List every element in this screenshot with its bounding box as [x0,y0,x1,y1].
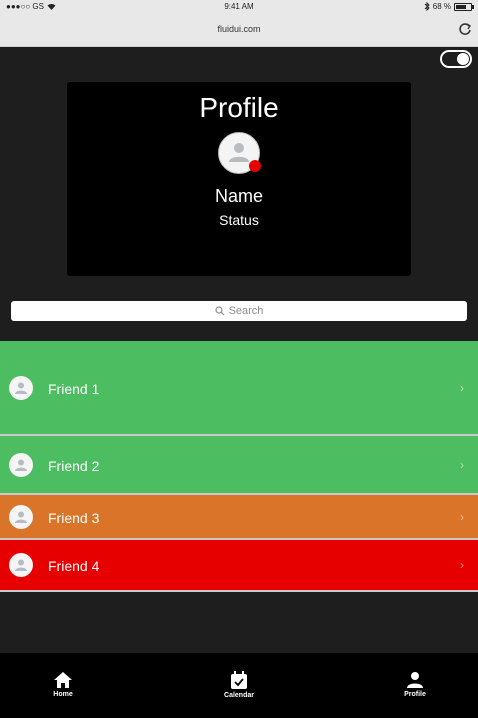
tab-home[interactable]: Home [33,671,93,698]
friend-name: Friend 4 [48,558,100,574]
tab-calendar[interactable]: Calendar [209,671,269,699]
url-text[interactable]: fluidui.com [0,24,478,34]
tab-calendar-label: Calendar [224,692,254,699]
status-right: 68 % [424,2,474,11]
clock: 9:41 AM [224,2,254,11]
list-item-friend-2[interactable]: Friend 2 › [0,436,478,495]
search-placeholder: Search [228,305,264,317]
profile-title: Profile [199,92,279,123]
battery-percent: 68 % [432,2,451,11]
person-icon [407,672,423,688]
list-item-friend-4[interactable]: Friend 4 › [0,540,478,592]
theme-toggle[interactable] [440,50,472,68]
reload-icon[interactable] [458,22,472,36]
battery-icon [454,2,474,11]
profile-card: Profile Name Status [67,82,411,276]
status-bar: ●●●○○ GS 9:41 AM 68 % [0,0,478,14]
person-icon [229,143,249,162]
friend-name: Friend 2 [48,458,100,474]
search-input[interactable]: Search [11,301,467,321]
person-icon [15,459,27,471]
toggle-knob [457,53,469,65]
chevron-right-icon: › [460,458,464,472]
list-item-friend-1[interactable]: Friend 1 › [0,341,478,436]
profile-name: Name [214,186,263,206]
chevron-right-icon: › [460,558,464,572]
person-icon [15,382,27,394]
chevron-right-icon: › [460,381,464,395]
person-icon [15,559,27,571]
tab-profile[interactable]: Profile [385,671,445,698]
search-icon [214,306,224,316]
calendar-icon [231,671,247,689]
friend-name: Friend 1 [48,381,100,397]
avatar [9,505,33,529]
browser-address-bar[interactable]: fluidui.com [0,14,478,47]
status-indicator [249,160,261,172]
person-icon [15,511,27,523]
battery-fill [456,4,466,9]
avatar [9,453,33,477]
home-icon [54,672,72,688]
chevron-right-icon: › [460,510,464,524]
friend-name: Friend 3 [48,510,100,526]
tab-profile-label: Profile [404,691,426,698]
tab-home-label: Home [53,691,73,698]
avatar [9,553,33,577]
list-item-friend-3[interactable]: Friend 3 › [0,495,478,540]
avatar [9,376,33,400]
profile-status: Status [219,212,259,228]
tab-bar: Home Calendar Profile [0,653,478,718]
bluetooth-icon [424,2,430,11]
